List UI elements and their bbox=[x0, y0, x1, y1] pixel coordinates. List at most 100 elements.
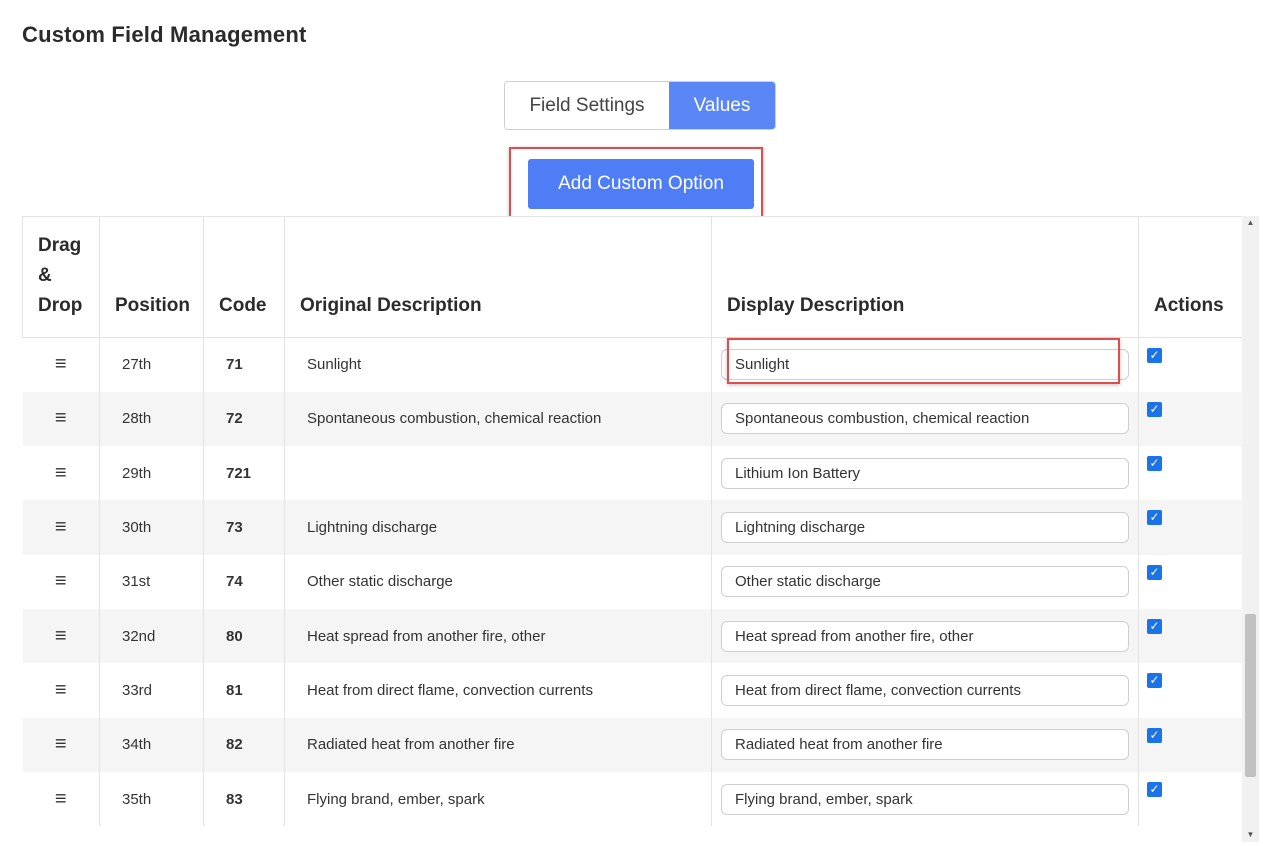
active-checkbox[interactable]: ✓ bbox=[1147, 456, 1162, 472]
drag-cell[interactable]: ≡ bbox=[22, 608, 100, 664]
code-cell: 82 bbox=[203, 717, 285, 772]
checkmark-icon: ✓ bbox=[1149, 564, 1160, 579]
position-cell: 33rd bbox=[99, 663, 204, 718]
hamburger-icon[interactable]: ≡ bbox=[55, 788, 67, 810]
header-code: Code bbox=[203, 216, 285, 338]
position-cell: 28th bbox=[99, 391, 204, 447]
code-cell: 83 bbox=[203, 771, 285, 827]
header-original-description: Original Description bbox=[284, 216, 712, 338]
hamburger-icon[interactable]: ≡ bbox=[55, 462, 67, 484]
position-cell: 31st bbox=[99, 554, 204, 609]
header-display-description: Display Description bbox=[711, 216, 1139, 338]
table-row[interactable]: ≡ 34th82Radiated heat from another fire ✓ bbox=[22, 717, 1242, 772]
actions-cell: ✓ bbox=[1138, 717, 1242, 772]
display-description-input[interactable] bbox=[721, 620, 1129, 652]
display-description-input[interactable] bbox=[721, 566, 1129, 598]
hamburger-icon[interactable]: ≡ bbox=[55, 679, 67, 701]
table-row[interactable]: ≡ 35th83Flying brand, ember, spark ✓ bbox=[22, 771, 1242, 827]
actions-cell: ✓ bbox=[1138, 554, 1242, 609]
hamburger-icon[interactable]: ≡ bbox=[55, 733, 67, 755]
drag-cell[interactable]: ≡ bbox=[22, 771, 100, 827]
table-row[interactable]: ≡ 30th73Lightning discharge ✓ bbox=[22, 500, 1242, 555]
code-cell: 80 bbox=[203, 608, 285, 664]
table-header-row: Drag & Drop Position Code Original Descrip… bbox=[22, 216, 1242, 338]
original-description-cell: Sunlight bbox=[284, 337, 712, 392]
drag-cell[interactable]: ≡ bbox=[22, 391, 100, 447]
display-description-cell bbox=[711, 446, 1139, 501]
code-cell: 71 bbox=[203, 337, 285, 392]
vertical-scrollbar[interactable]: ▲ ▼ bbox=[1242, 216, 1259, 842]
display-description-cell bbox=[711, 771, 1139, 827]
drag-cell[interactable]: ≡ bbox=[22, 717, 100, 772]
code-cell: 721 bbox=[203, 446, 285, 501]
code-cell: 72 bbox=[203, 391, 285, 447]
display-description-input[interactable] bbox=[721, 403, 1129, 435]
header-actions: Actions bbox=[1138, 216, 1242, 338]
checkmark-icon: ✓ bbox=[1149, 781, 1160, 796]
tab-values[interactable]: Values bbox=[669, 82, 775, 129]
display-description-input[interactable] bbox=[721, 783, 1129, 815]
scrollbar-thumb[interactable] bbox=[1245, 614, 1256, 777]
drag-cell[interactable]: ≡ bbox=[22, 663, 100, 718]
drag-cell[interactable]: ≡ bbox=[22, 337, 100, 392]
active-checkbox[interactable]: ✓ bbox=[1147, 348, 1162, 363]
display-description-cell bbox=[711, 663, 1139, 718]
display-description-cell bbox=[711, 608, 1139, 664]
checkmark-icon: ✓ bbox=[1149, 510, 1160, 525]
drag-cell[interactable]: ≡ bbox=[22, 446, 100, 501]
display-description-cell bbox=[711, 717, 1139, 772]
position-cell: 32nd bbox=[99, 608, 204, 664]
actions-cell: ✓ bbox=[1138, 391, 1242, 447]
active-checkbox[interactable]: ✓ bbox=[1147, 727, 1162, 743]
actions-cell: ✓ bbox=[1138, 337, 1242, 392]
hamburger-icon[interactable]: ≡ bbox=[55, 625, 67, 647]
code-cell: 73 bbox=[203, 500, 285, 555]
actions-cell: ✓ bbox=[1138, 500, 1242, 555]
table-row[interactable]: ≡ 29th721 ✓ bbox=[22, 446, 1242, 501]
hamburger-icon[interactable]: ≡ bbox=[55, 570, 67, 592]
display-description-input[interactable] bbox=[721, 512, 1129, 544]
add-custom-option-button[interactable]: Add Custom Option bbox=[528, 159, 754, 209]
table-row[interactable]: ≡ 33rd 81 Heat from direct flame, convectio… bbox=[22, 663, 1242, 718]
position-cell: 27th bbox=[99, 337, 204, 392]
display-description-input[interactable] bbox=[721, 457, 1129, 489]
hamburger-icon[interactable]: ≡ bbox=[55, 516, 67, 538]
values-table-container: Drag & Drop Position Code Original Descrip… bbox=[22, 216, 1242, 846]
drag-cell[interactable]: ≡ bbox=[22, 500, 100, 555]
original-description-cell: Heat spread from another fire, other bbox=[284, 608, 712, 664]
active-checkbox[interactable]: ✓ bbox=[1147, 564, 1162, 580]
tab-group: Field Settings Values bbox=[504, 81, 776, 130]
active-checkbox[interactable]: ✓ bbox=[1147, 401, 1162, 417]
checkmark-icon: ✓ bbox=[1149, 401, 1160, 416]
drag-cell[interactable]: ≡ bbox=[22, 554, 100, 609]
original-description-cell: Radiated heat from another fire bbox=[284, 717, 712, 772]
original-description-cell: Other static discharge bbox=[284, 554, 712, 609]
code-cell: 81 bbox=[203, 663, 285, 718]
arrow-up-icon[interactable]: ▲ bbox=[1242, 216, 1259, 230]
arrow-down-icon[interactable]: ▼ bbox=[1242, 828, 1259, 842]
code-cell: 74 bbox=[203, 554, 285, 609]
table-row[interactable]: ≡ 28th 72 Spontaneous combustion, chemical … bbox=[22, 391, 1242, 447]
original-description-cell: Spontaneous combustion, chemical reactio… bbox=[284, 391, 712, 447]
checkmark-icon: ✓ bbox=[1149, 673, 1160, 688]
display-description-input[interactable] bbox=[721, 674, 1129, 706]
actions-cell: ✓ bbox=[1138, 663, 1242, 718]
table-row[interactable]: ≡ 31st74Other static discharge ✓ bbox=[22, 554, 1242, 609]
display-description-input[interactable] bbox=[721, 729, 1129, 761]
position-cell: 35th bbox=[99, 771, 204, 827]
active-checkbox[interactable]: ✓ bbox=[1147, 781, 1162, 797]
position-cell: 29th bbox=[99, 446, 204, 501]
active-checkbox[interactable]: ✓ bbox=[1147, 673, 1162, 689]
checkmark-icon: ✓ bbox=[1149, 456, 1160, 471]
active-checkbox[interactable]: ✓ bbox=[1147, 510, 1162, 526]
hamburger-icon[interactable]: ≡ bbox=[55, 353, 67, 375]
hamburger-icon[interactable]: ≡ bbox=[55, 407, 67, 429]
display-description-cell bbox=[711, 500, 1139, 555]
original-description-cell bbox=[284, 446, 712, 501]
active-checkbox[interactable]: ✓ bbox=[1147, 618, 1162, 634]
checkmark-icon: ✓ bbox=[1149, 348, 1160, 362]
actions-cell: ✓ bbox=[1138, 608, 1242, 664]
table-row[interactable]: ≡ 32nd 80 Heat spread from another fire, ot… bbox=[22, 608, 1242, 664]
original-description-cell: Lightning discharge bbox=[284, 500, 712, 555]
tab-field-settings[interactable]: Field Settings bbox=[505, 82, 669, 129]
